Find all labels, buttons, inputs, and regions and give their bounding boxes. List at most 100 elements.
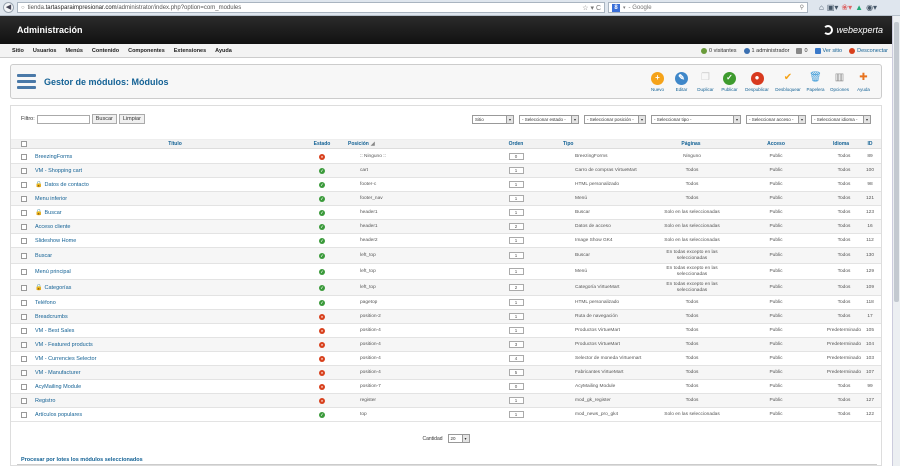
unpublished-icon[interactable]: × — [319, 313, 325, 320]
module-title-link[interactable]: VM - Featured products — [35, 342, 93, 348]
unpublished-icon[interactable]: × — [319, 327, 325, 334]
magnifier-icon[interactable]: ⚲ — [800, 4, 804, 11]
toolbar-button-papelera[interactable]: 🗑 Papelera — [804, 72, 827, 92]
select-all-checkbox[interactable] — [21, 141, 27, 147]
state-select[interactable]: - Seleccionar estado - ▾ — [519, 114, 579, 124]
module-title-link[interactable]: Slideshow Home — [35, 238, 76, 244]
row-checkbox[interactable] — [21, 268, 27, 275]
unpublished-icon[interactable]: × — [319, 383, 325, 390]
row-checkbox[interactable] — [21, 223, 27, 230]
back-icon[interactable]: ◀ — [3, 2, 14, 13]
toolbar-button-duplicar[interactable]: ❐ Duplicar — [694, 72, 717, 92]
published-icon[interactable]: ✓ — [319, 268, 325, 275]
col-status[interactable]: Estado — [307, 140, 337, 148]
unpublished-icon[interactable]: × — [319, 341, 325, 348]
module-title-link[interactable]: BreezingForms — [35, 154, 72, 160]
lock-icon[interactable]: 🔒 — [35, 284, 42, 291]
extension-icon[interactable]: ▲ — [855, 3, 863, 12]
order-input[interactable]: 1 — [508, 167, 524, 174]
module-title-link[interactable]: Artículos populares — [35, 412, 82, 418]
limit-select[interactable]: 20 ▾ — [447, 434, 470, 443]
module-title-link[interactable]: VM - Currencies Selector — [35, 356, 96, 362]
browser-menu-icon[interactable]: ◉▾ — [866, 3, 877, 12]
view-site-link[interactable]: Ver sitio — [814, 47, 842, 54]
row-checkbox[interactable] — [21, 167, 27, 174]
module-title-link[interactable]: Teléfono — [35, 300, 56, 306]
order-input[interactable]: 1 — [508, 209, 524, 216]
order-input[interactable]: 3 — [508, 341, 524, 348]
row-checkbox[interactable] — [21, 252, 27, 259]
menu-item-ayuda[interactable]: Ayuda — [215, 48, 232, 54]
unpublished-icon[interactable]: × — [319, 153, 325, 160]
order-input[interactable]: 1 — [508, 397, 524, 404]
row-checkbox[interactable] — [21, 237, 27, 244]
page-scrollbar[interactable] — [892, 16, 900, 466]
search-engine-icon[interactable]: 8 — [612, 3, 620, 12]
order-input[interactable]: 1 — [508, 181, 524, 188]
site-select[interactable]: Sitio ▾ — [472, 114, 514, 124]
order-input[interactable]: 2 — [508, 284, 524, 291]
published-icon[interactable]: ✓ — [319, 284, 325, 291]
module-title-link[interactable]: Datos de contacto — [44, 182, 88, 188]
toolbar-button-publicar[interactable]: ✓ Publicar — [718, 71, 741, 92]
order-input[interactable]: 1 — [508, 313, 524, 320]
module-title-link[interactable]: Menú principal — [35, 269, 71, 275]
menu-item-sitio[interactable]: Sitio — [12, 48, 24, 54]
row-checkbox[interactable] — [21, 397, 27, 404]
row-checkbox[interactable] — [21, 411, 27, 418]
order-input[interactable]: 1 — [508, 299, 524, 306]
module-title-link[interactable]: Buscar — [35, 253, 52, 259]
published-icon[interactable]: ✓ — [319, 411, 325, 418]
row-checkbox[interactable] — [21, 299, 27, 306]
toolbar-button-opciones[interactable]: ▥ Opciones — [828, 72, 851, 92]
published-icon[interactable]: ✓ — [319, 252, 325, 259]
row-checkbox[interactable] — [21, 369, 27, 376]
page-info-icon[interactable]: ○ — [21, 5, 25, 11]
position-select[interactable]: - Seleccionar posición - ▾ — [584, 114, 646, 124]
language-select[interactable]: - Seleccionar idioma - ▾ — [811, 114, 871, 124]
published-icon[interactable]: ✓ — [319, 181, 325, 188]
col-pages[interactable]: Páginas — [646, 140, 736, 148]
published-icon[interactable]: ✓ — [319, 167, 325, 174]
published-icon[interactable]: ✓ — [319, 195, 325, 202]
row-checkbox[interactable] — [21, 209, 27, 216]
module-title-link[interactable]: Acceso cliente — [35, 224, 70, 230]
published-icon[interactable]: ✓ — [319, 209, 325, 216]
module-title-link[interactable]: Breadcrumbs — [35, 314, 68, 320]
row-checkbox[interactable] — [21, 341, 27, 348]
toolbar-button-desbloquear[interactable]: ✔ Desbloquear — [773, 72, 803, 92]
published-icon[interactable]: ✓ — [319, 237, 325, 244]
access-select[interactable]: - Seleccionar acceso - ▾ — [746, 114, 806, 124]
col-type[interactable]: Tipo — [563, 140, 623, 148]
order-input[interactable]: 1 — [508, 268, 524, 275]
row-checkbox[interactable] — [21, 195, 27, 202]
module-title-link[interactable]: VM - Best Sales — [35, 328, 74, 334]
order-input[interactable]: 0 — [508, 153, 524, 160]
logout-link[interactable]: Desconectar — [849, 47, 888, 54]
address-bar[interactable]: ○ tienda.tartasparaimpresionar.com/admin… — [17, 2, 605, 13]
row-checkbox[interactable] — [21, 355, 27, 362]
browser-search-bar[interactable]: 8 ▾ - Google ⚲ — [608, 2, 808, 13]
order-input[interactable]: 1 — [508, 195, 524, 202]
col-id[interactable]: ID — [861, 140, 879, 148]
menu-item-usuarios[interactable]: Usuarios — [33, 48, 57, 54]
module-title-link[interactable]: VM - Manufacturer — [35, 370, 81, 376]
scrollbar-thumb[interactable] — [894, 22, 899, 302]
order-input[interactable]: 4 — [508, 355, 524, 362]
module-title-link[interactable]: AcyMailing Module — [35, 384, 81, 390]
order-input[interactable]: 1 — [508, 237, 524, 244]
menu-item-extensiones[interactable]: Extensiones — [174, 48, 206, 54]
unpublished-icon[interactable]: × — [319, 397, 325, 404]
lock-icon[interactable]: 🔒 — [35, 181, 42, 188]
menu-item-contenido[interactable]: Contenido — [92, 48, 119, 54]
order-input[interactable]: 1 — [508, 252, 524, 259]
messages-status[interactable]: 0 — [796, 47, 808, 54]
toolbar-button-nuevo[interactable]: + Nuevo — [646, 71, 669, 92]
order-input[interactable]: 2 — [508, 223, 524, 230]
toolbar-button-despublicar[interactable]: ● Despublicar — [742, 71, 772, 92]
published-icon[interactable]: ✓ — [319, 223, 325, 230]
order-input[interactable]: 1 — [508, 327, 524, 334]
lock-icon[interactable]: 🔒 — [35, 209, 42, 216]
menu-item-componentes[interactable]: Componentes — [128, 48, 165, 54]
clear-button[interactable]: Limpiar — [118, 114, 145, 124]
